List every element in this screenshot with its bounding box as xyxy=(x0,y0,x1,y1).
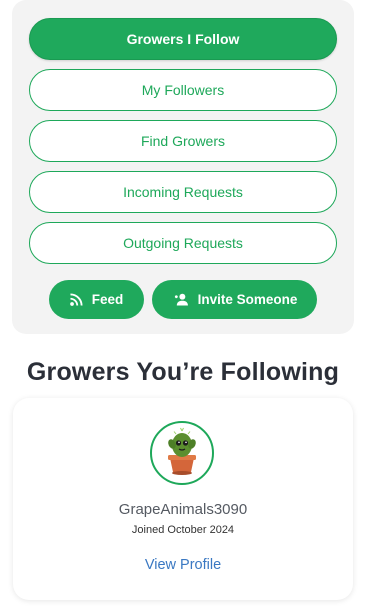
add-user-icon xyxy=(172,293,189,306)
grower-nav-panel: Growers I Follow My Followers Find Growe… xyxy=(12,0,354,334)
feed-button[interactable]: Feed xyxy=(49,280,144,319)
avatar[interactable] xyxy=(150,421,214,485)
tab-label: Find Growers xyxy=(140,133,226,149)
tab-find-growers[interactable]: Find Growers xyxy=(29,120,337,162)
tab-label: Incoming Requests xyxy=(123,184,243,200)
rss-icon xyxy=(69,293,83,306)
feed-button-label: Feed xyxy=(91,292,124,307)
tab-label: My Followers xyxy=(141,82,225,98)
tab-label: Outgoing Requests xyxy=(123,235,243,251)
tab-label: Growers I Follow xyxy=(126,31,240,47)
tab-incoming-requests[interactable]: Incoming Requests xyxy=(29,171,337,213)
invite-button-label: Invite Someone xyxy=(197,292,298,307)
view-profile-link[interactable]: View Profile xyxy=(13,557,353,573)
grower-joined-date: Joined October 2024 xyxy=(131,524,235,536)
invite-someone-button[interactable]: Invite Someone xyxy=(152,280,317,319)
tab-my-followers[interactable]: My Followers xyxy=(29,69,337,111)
tab-outgoing-requests[interactable]: Outgoing Requests xyxy=(29,222,337,264)
section-title: Growers You’re Following xyxy=(26,358,340,386)
cactus-plant-avatar-icon xyxy=(159,425,205,482)
grower-username: GrapeAnimals3090 xyxy=(118,501,248,518)
tab-growers-i-follow[interactable]: Growers I Follow xyxy=(29,18,337,60)
grower-card: GrapeAnimals3090 Joined October 2024 Vie… xyxy=(13,398,353,600)
